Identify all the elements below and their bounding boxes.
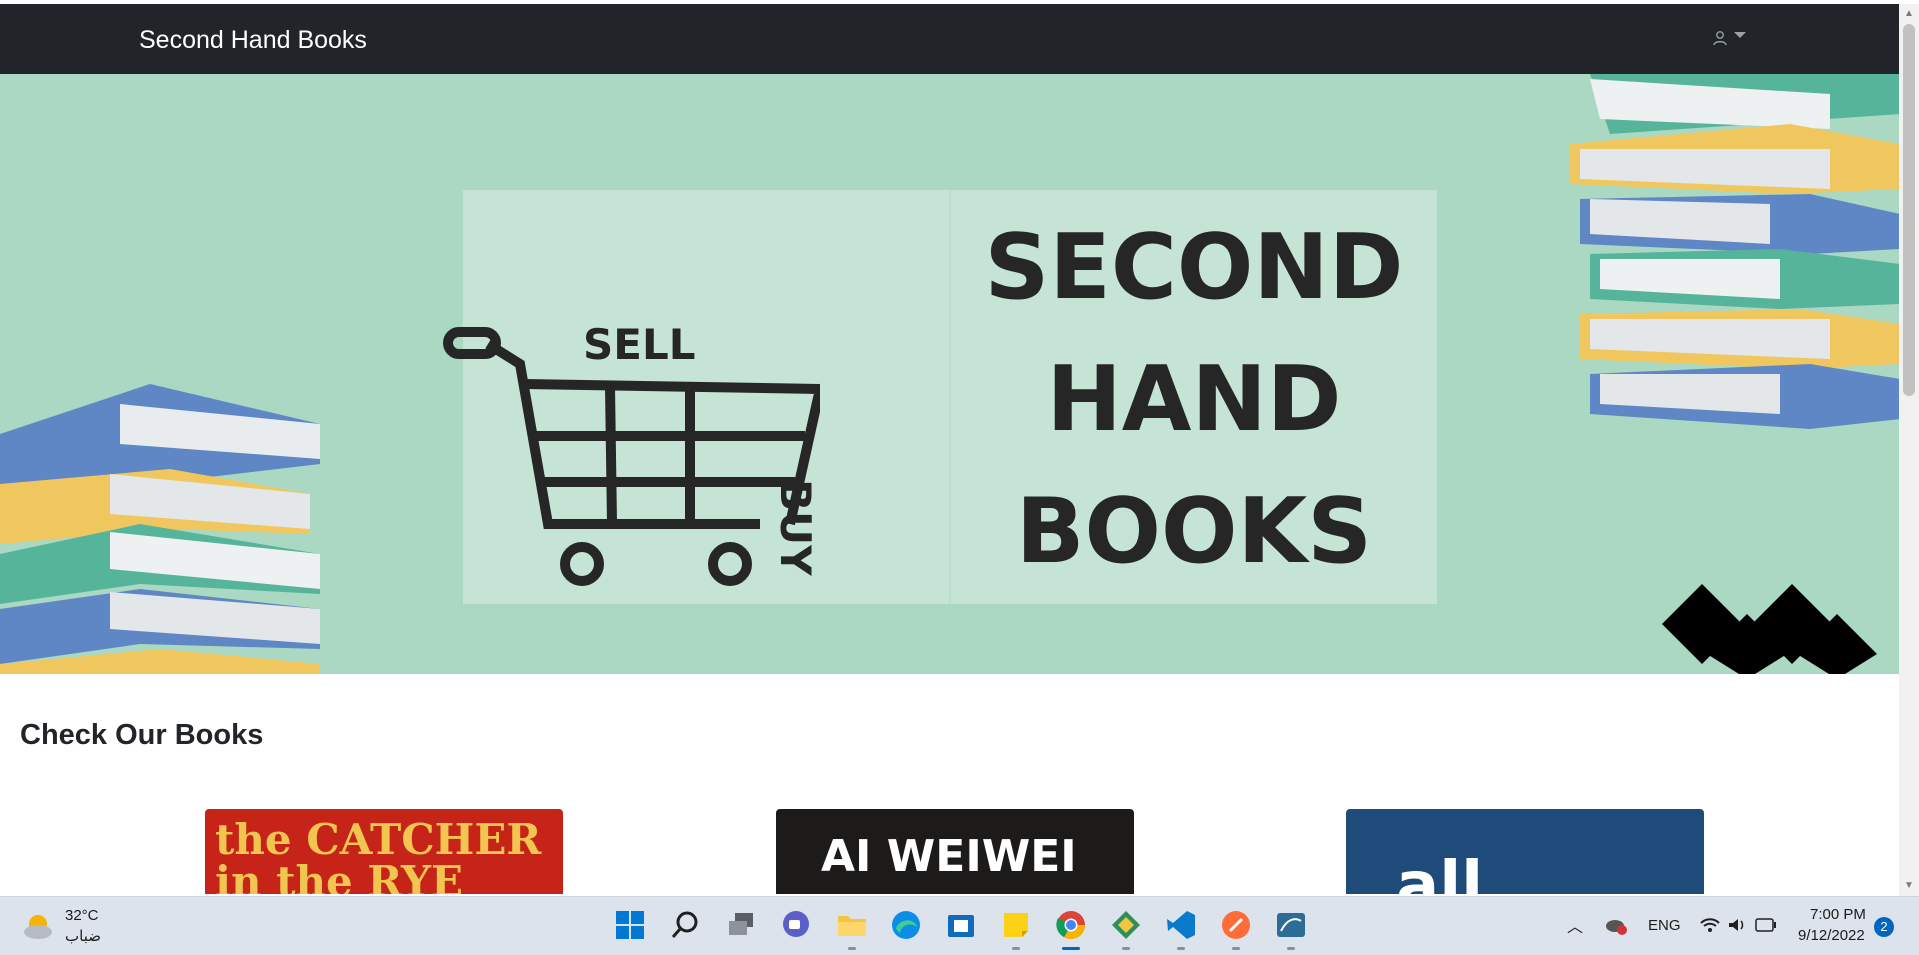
- running-indicator: [1287, 947, 1295, 950]
- hero-title-line-2: HAND: [1046, 347, 1342, 452]
- user-menu-dropdown[interactable]: [1712, 30, 1746, 46]
- diamond-app-icon[interactable]: [1110, 909, 1142, 941]
- user-icon: [1713, 31, 1727, 46]
- sticky-notes-icon[interactable]: [1000, 909, 1032, 941]
- book-card-aiweiwei[interactable]: AI WEIWEI: [776, 809, 1134, 894]
- book-card-catcher[interactable]: the CATCHER in the RYE: [205, 809, 563, 894]
- sell-label: SELL: [583, 320, 696, 369]
- navbar-brand[interactable]: Second Hand Books: [139, 26, 367, 55]
- navbar: Second Hand Books: [0, 4, 1899, 74]
- chrome-browser-icon[interactable]: [1055, 909, 1087, 941]
- windows-start-icon[interactable]: [614, 909, 646, 941]
- taskbar: 32°C ضباب ︿ ENG 7:00 PM 9/12/2022 2: [0, 896, 1919, 955]
- buy-label: BUY: [771, 479, 820, 576]
- book-card-all[interactable]: all: [1346, 809, 1704, 894]
- wifi-icon[interactable]: [1700, 917, 1720, 933]
- book-cover-text: AI WEIWEI: [821, 831, 1077, 882]
- diamond-pattern-decoration: [1662, 584, 1877, 674]
- book-stack-left-illustration: [0, 384, 320, 674]
- vscode-icon[interactable]: [1165, 909, 1197, 941]
- volume-icon[interactable]: [1727, 917, 1747, 933]
- running-indicator: [1177, 947, 1185, 950]
- running-indicator: [1122, 947, 1130, 950]
- hero-title-line-1: SECOND: [984, 215, 1404, 320]
- hero-title-line-3: BOOKS: [1015, 479, 1373, 584]
- edge-browser-icon[interactable]: [890, 909, 922, 941]
- chevron-down-icon: [1734, 32, 1746, 38]
- postman-icon[interactable]: [1220, 909, 1252, 941]
- mysql-workbench-icon[interactable]: [1275, 909, 1307, 941]
- weather-description: ضباب: [65, 928, 101, 945]
- chat-icon[interactable]: [780, 909, 812, 941]
- book-stack-right-illustration: [1570, 74, 1899, 429]
- chevron-up-icon[interactable]: ︿: [1567, 913, 1583, 937]
- task-view-icon[interactable]: [725, 909, 757, 941]
- microsoft-store-icon[interactable]: [945, 909, 977, 941]
- running-indicator: [848, 947, 856, 950]
- search-icon[interactable]: [670, 909, 702, 941]
- active-app-indicator: [1062, 947, 1080, 950]
- book-cover-text: the CATCHER in the RYE: [215, 815, 542, 895]
- hero-title: SECOND HAND BOOKS: [951, 202, 1437, 598]
- weather-temperature: 32°C: [65, 907, 99, 924]
- section-title: Check Our Books: [20, 719, 264, 752]
- battery-icon[interactable]: [1755, 918, 1777, 932]
- clock-date[interactable]: 9/12/2022: [1798, 927, 1865, 944]
- onedrive-icon[interactable]: [1605, 917, 1627, 935]
- shopping-cart-icon: [443, 327, 820, 586]
- scroll-up-icon[interactable]: ▲: [1903, 8, 1915, 20]
- notification-badge[interactable]: 2: [1874, 917, 1894, 937]
- scrollbar-thumb[interactable]: [1903, 24, 1915, 396]
- scroll-down-icon[interactable]: ▼: [1903, 880, 1915, 892]
- weather-icon[interactable]: [22, 911, 56, 941]
- running-indicator: [1012, 947, 1020, 950]
- clock-time[interactable]: 7:00 PM: [1810, 906, 1866, 923]
- hero-banner: SELL BUY SECOND HAND BOOKS: [0, 74, 1899, 674]
- running-indicator: [1232, 947, 1240, 950]
- language-indicator[interactable]: ENG: [1648, 917, 1681, 934]
- book-cover-text: all: [1396, 849, 1484, 894]
- file-explorer-icon[interactable]: [836, 909, 868, 941]
